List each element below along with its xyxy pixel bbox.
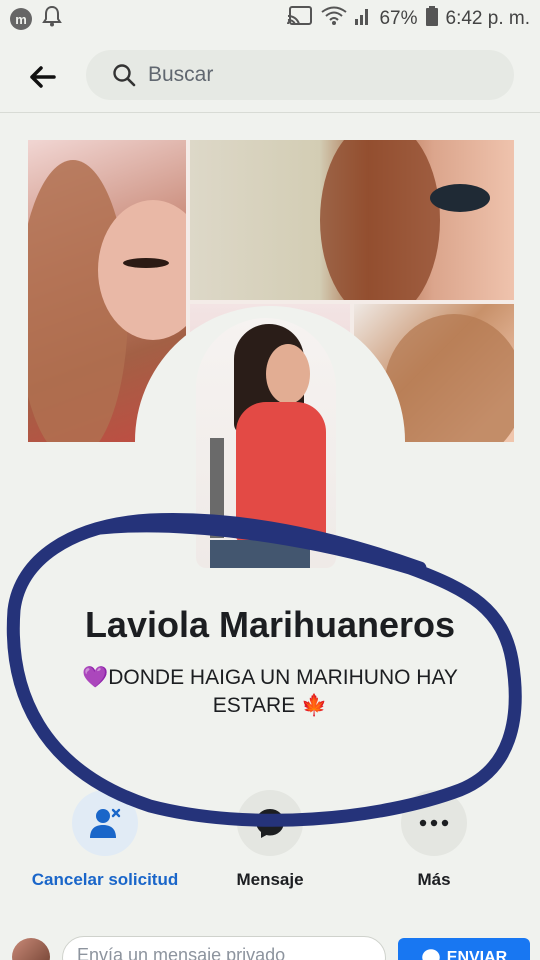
message-circle xyxy=(237,790,303,856)
profile-bio: 💜DONDE HAIGA UN MARIHUNO HAY ESTARE 🍁 xyxy=(60,664,480,720)
cover-tile-eye-closeup xyxy=(190,140,514,300)
profile-avatar[interactable] xyxy=(196,318,336,568)
purple-heart-icon: 💜 xyxy=(82,666,109,689)
cancel-request-label: Cancelar solicitud xyxy=(31,870,179,889)
header-divider xyxy=(0,112,540,113)
back-button[interactable] xyxy=(22,57,62,97)
more-label: Más xyxy=(417,870,451,889)
battery-percent: 67% xyxy=(379,8,418,29)
cast-icon xyxy=(287,6,313,32)
composer-avatar xyxy=(12,938,50,960)
bio-text: DONDE HAIGA UN MARIHUNO HAY ESTARE xyxy=(108,666,458,717)
more-circle xyxy=(401,790,467,856)
message-label: Mensaje xyxy=(236,870,304,889)
signal-icon xyxy=(355,7,371,31)
private-message-input[interactable]: Envía un mensaje privado xyxy=(62,936,386,960)
notification-badge: m xyxy=(10,8,32,30)
search-icon xyxy=(113,64,136,87)
message-composer: Envía un mensaje privado ENVIAR xyxy=(0,930,540,960)
send-label: ENVIAR xyxy=(446,949,508,960)
search-header: Buscar xyxy=(0,44,540,110)
clock: 6:42 p. m. xyxy=(445,8,531,29)
messenger-icon xyxy=(422,949,440,960)
messenger-icon xyxy=(256,809,284,838)
search-input[interactable]: Buscar xyxy=(86,50,514,100)
bell-icon xyxy=(42,5,62,33)
ellipsis-icon xyxy=(419,819,449,827)
battery-icon xyxy=(425,6,438,32)
profile-actions: Cancelar solicitud Mensaje Más xyxy=(0,790,540,900)
maple-leaf-icon: 🍁 xyxy=(301,694,328,717)
status-bar: m 67% 6:42 p. m. xyxy=(0,0,540,38)
more-button[interactable]: Más xyxy=(359,790,509,890)
cancel-request-circle xyxy=(72,790,138,856)
send-button[interactable]: ENVIAR xyxy=(398,938,530,960)
profile-name: Laviola Marihuaneros xyxy=(84,604,456,645)
person-icon xyxy=(90,808,121,838)
wifi-icon xyxy=(321,6,348,32)
arrow-left-icon xyxy=(30,66,56,88)
message-button[interactable]: Mensaje xyxy=(195,790,345,890)
cancel-request-button[interactable]: Cancelar solicitud xyxy=(30,790,180,890)
search-placeholder: Buscar xyxy=(148,63,214,86)
